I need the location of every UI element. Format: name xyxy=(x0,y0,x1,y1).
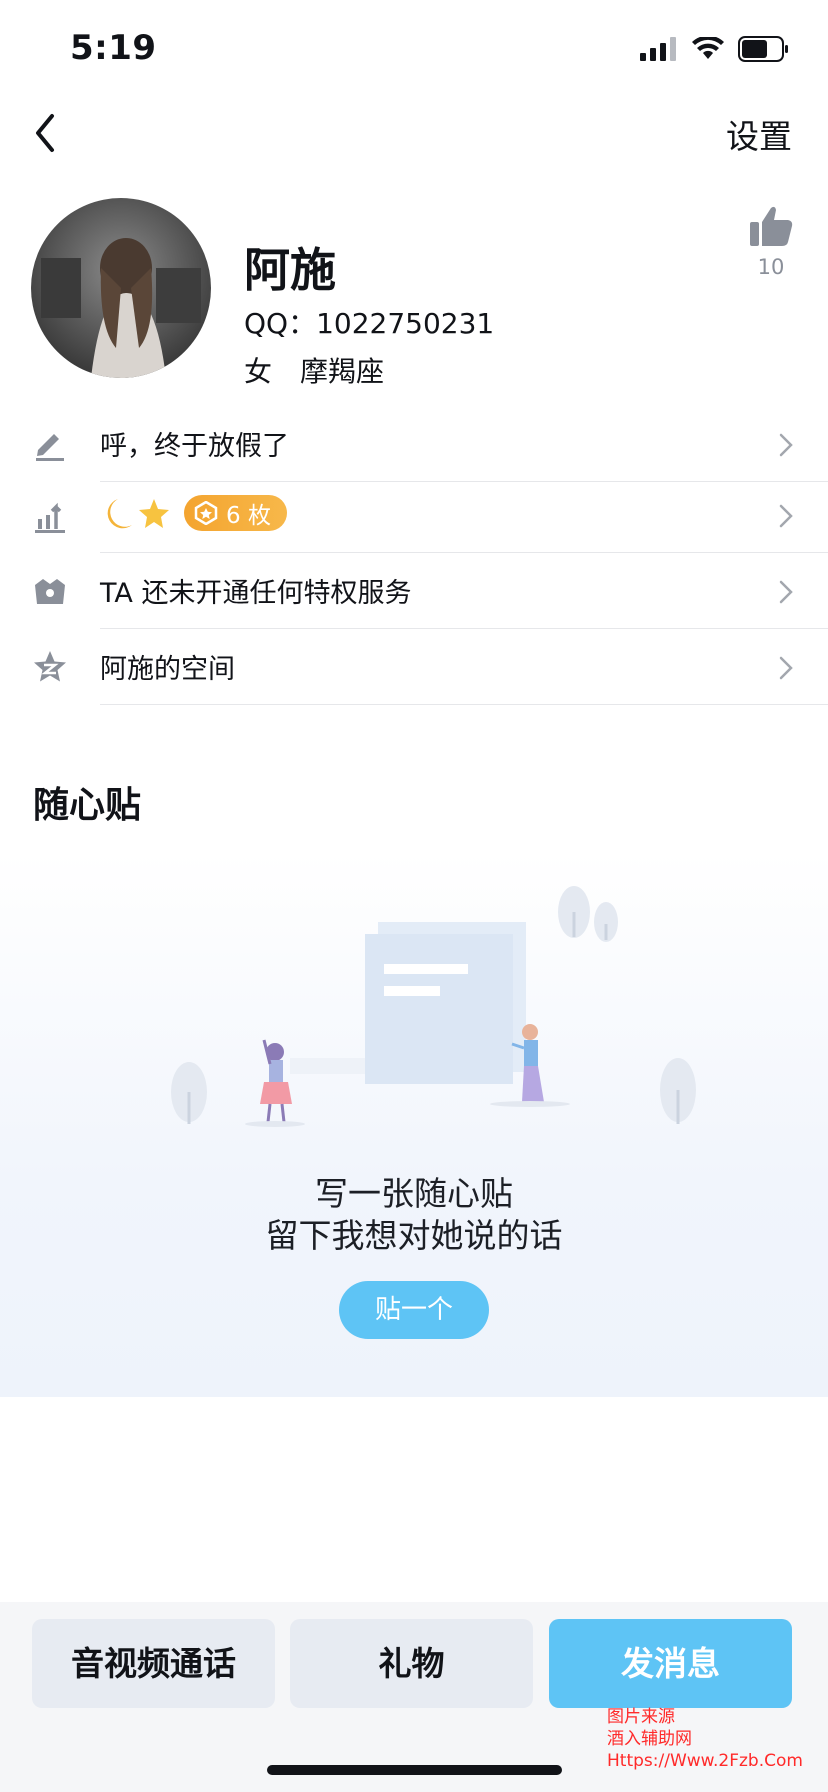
crown-icon xyxy=(35,579,65,604)
section-title: 随心贴 xyxy=(33,785,142,826)
medal-badge: 6 枚 xyxy=(184,495,287,531)
watermark-line: 酒入辅助网 xyxy=(607,1729,692,1749)
profile-gender-zodiac: 女 摩羯座 xyxy=(244,355,385,388)
qzone-text: 阿施的空间 xyxy=(100,654,235,685)
divider xyxy=(100,704,828,705)
watermark-line: 图片来源 xyxy=(607,1707,675,1727)
gift-button[interactable]: 礼物 xyxy=(290,1619,533,1708)
signature-text: 呼，终于放假了 xyxy=(100,431,289,462)
chevron-right-icon xyxy=(779,580,793,604)
chevron-right-icon xyxy=(779,656,793,680)
empty-title: 写一张随心贴 xyxy=(315,1174,513,1213)
signal-icon xyxy=(640,37,676,61)
chevron-right-icon xyxy=(779,504,793,528)
medal-count: 6 枚 xyxy=(226,503,271,529)
like-button[interactable]: 10 xyxy=(746,205,796,279)
medal-icon xyxy=(194,501,218,525)
home-indicator[interactable] xyxy=(267,1765,562,1775)
watermark: 图片来源 酒入辅助网 Https://Www.2Fzb.Com xyxy=(607,1706,803,1772)
profile-name: 阿施 xyxy=(244,243,336,297)
row-signature[interactable]: 呼，终于放假了 xyxy=(0,406,828,482)
post-sticky-button[interactable]: 贴一个 xyxy=(339,1281,489,1339)
status-time: 5:19 xyxy=(70,28,157,68)
empty-subtitle: 留下我想对她说的话 xyxy=(265,1216,563,1255)
row-qzone[interactable]: 阿施的空间 xyxy=(0,629,828,705)
like-count: 10 xyxy=(757,255,785,279)
row-level[interactable]: 6 枚 xyxy=(0,477,828,553)
profile-qq-number: QQ：1022750231 xyxy=(244,307,495,340)
avatar[interactable] xyxy=(31,198,211,378)
row-privilege[interactable]: TA 还未开通任何特权服务 xyxy=(0,553,828,629)
privilege-text: TA 还未开通任何特权服务 xyxy=(100,578,412,609)
watermark-line: Https://Www.2Fzb.Com xyxy=(607,1751,803,1771)
pencil-icon xyxy=(36,434,64,461)
level-moon-star-icon xyxy=(107,499,169,529)
thumbs-up-icon xyxy=(750,206,793,246)
send-message-button[interactable]: 发消息 xyxy=(549,1619,792,1708)
qzone-star-icon xyxy=(34,651,66,682)
settings-button[interactable]: 设置 xyxy=(726,110,792,158)
av-call-button[interactable]: 音视频通话 xyxy=(32,1619,275,1708)
chevron-right-icon xyxy=(779,433,793,457)
battery-icon xyxy=(738,36,788,62)
wifi-icon xyxy=(692,37,724,59)
status-icons xyxy=(640,34,790,64)
empty-illustration xyxy=(171,886,696,1127)
level-icon xyxy=(35,502,65,533)
back-chevron-icon[interactable] xyxy=(26,108,66,158)
